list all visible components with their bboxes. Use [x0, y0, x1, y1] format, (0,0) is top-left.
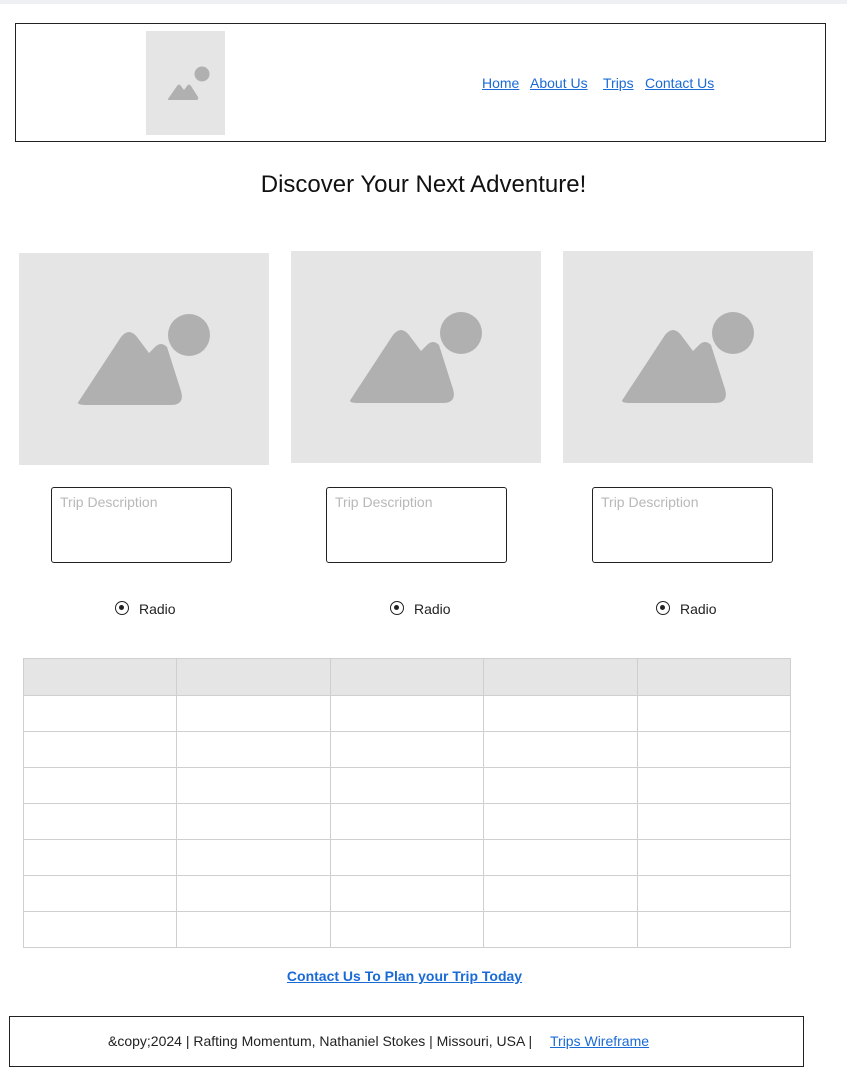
table-cell — [483, 695, 638, 732]
table-cell — [176, 767, 331, 804]
table-cell — [329, 803, 485, 840]
radio-label: Radio — [680, 601, 717, 617]
table-cell — [22, 875, 178, 912]
table-cell — [329, 731, 485, 768]
trip-image-1 — [19, 253, 269, 465]
trip-description-field-1[interactable] — [51, 487, 232, 563]
table-cell — [22, 767, 178, 804]
radio-selected-icon[interactable] — [115, 601, 129, 615]
trip-image-2 — [291, 251, 541, 463]
trip-description-field-3[interactable] — [592, 487, 773, 563]
trip-radio-1[interactable]: Radio — [115, 600, 195, 618]
radio-label: Radio — [139, 601, 176, 617]
table-row — [22, 695, 792, 732]
table-header-row — [22, 658, 792, 696]
top-strip — [0, 0, 847, 4]
trip-image-3 — [563, 251, 813, 463]
table-cell — [329, 767, 485, 804]
table-cell — [176, 731, 331, 768]
table-cell — [176, 875, 331, 912]
table-cell — [483, 875, 638, 912]
table-row — [22, 767, 792, 804]
table-cell — [483, 911, 638, 948]
table-cell — [636, 767, 792, 804]
table-cell — [22, 839, 178, 876]
table-header-cell — [22, 658, 178, 696]
trip-radio-3[interactable]: Radio — [656, 600, 736, 618]
footer-copyright: &copy;2024 | Rafting Momentum, Nathaniel… — [108, 1033, 533, 1049]
table-header-cell — [483, 658, 638, 696]
table-cell — [329, 839, 485, 876]
table-row — [22, 803, 792, 840]
table-header-cell — [636, 658, 792, 696]
table-cell — [483, 731, 638, 768]
table-cell — [22, 731, 178, 768]
radio-selected-icon[interactable] — [390, 601, 404, 615]
nav-link-home[interactable]: Home — [482, 75, 519, 91]
table-cell — [636, 911, 792, 948]
table-cell — [22, 803, 178, 840]
table-header-cell — [329, 658, 485, 696]
trips-table — [22, 658, 792, 948]
table-cell — [636, 803, 792, 840]
table-cell — [176, 911, 331, 948]
site-footer: &copy;2024 | Rafting Momentum, Nathaniel… — [9, 1016, 804, 1067]
contact-cta-link[interactable]: Contact Us To Plan your Trip Today — [0, 968, 809, 984]
table-cell — [329, 695, 485, 732]
table-cell — [483, 767, 638, 804]
table-cell — [329, 911, 485, 948]
table-cell — [176, 803, 331, 840]
trip-radio-2[interactable]: Radio — [390, 600, 470, 618]
table-row — [22, 839, 792, 876]
radio-selected-icon[interactable] — [656, 601, 670, 615]
table-cell — [176, 839, 331, 876]
table-row — [22, 911, 792, 948]
table-row — [22, 731, 792, 768]
table-row — [22, 875, 792, 912]
table-cell — [176, 695, 331, 732]
table-cell — [636, 695, 792, 732]
nav-link-about-us[interactable]: About Us — [530, 75, 588, 91]
table-cell — [22, 695, 178, 732]
table-cell — [636, 839, 792, 876]
table-cell — [636, 731, 792, 768]
footer-trips-wireframe-link[interactable]: Trips Wireframe — [550, 1033, 649, 1049]
radio-label: Radio — [414, 601, 451, 617]
table-cell — [636, 875, 792, 912]
image-placeholder-icon — [350, 312, 482, 403]
nav-link-trips[interactable]: Trips — [603, 75, 634, 91]
table-cell — [22, 911, 178, 948]
table-cell — [483, 803, 638, 840]
table-header-cell — [176, 658, 331, 696]
image-placeholder-icon — [78, 314, 210, 405]
main-nav: Home About Us Trips Contact Us — [0, 75, 847, 91]
table-cell — [329, 875, 485, 912]
nav-link-contact-us[interactable]: Contact Us — [645, 75, 714, 91]
image-placeholder-icon — [622, 312, 754, 403]
page-title: Discover Your Next Adventure! — [260, 171, 587, 198]
table-cell — [483, 839, 638, 876]
trip-description-field-2[interactable] — [326, 487, 507, 563]
